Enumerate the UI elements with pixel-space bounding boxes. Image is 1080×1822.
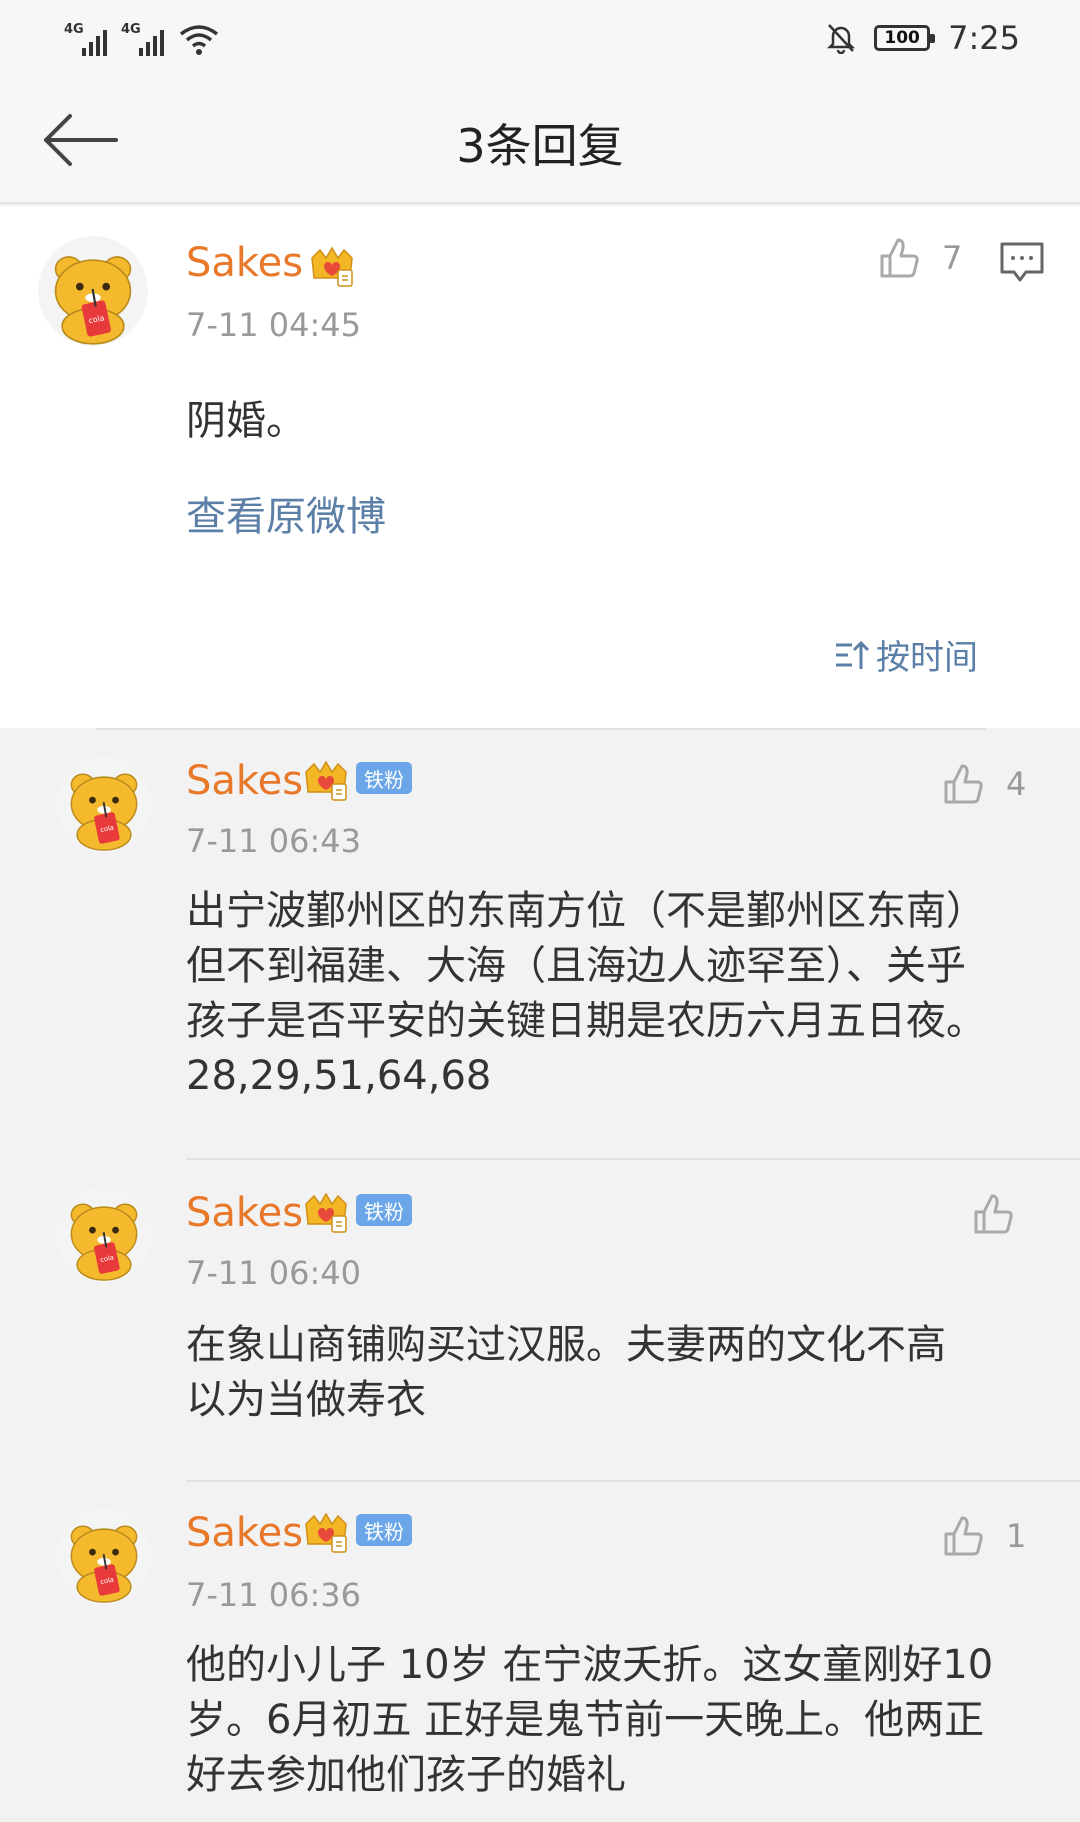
reply-text-line: 在象山商铺购买过汉服。夫妻两的文化不高	[186, 1322, 946, 1368]
wifi-icon	[179, 25, 219, 55]
signal-icon: 4G	[64, 22, 107, 56]
timestamp: 7-11 06:43	[186, 822, 362, 860]
network-type: 4G	[64, 22, 84, 37]
bear-avatar-icon	[56, 1186, 152, 1282]
avatar[interactable]	[56, 756, 152, 852]
username[interactable]: Sakes	[186, 240, 303, 286]
signal-icon: 4G	[121, 22, 164, 56]
bear-avatar-icon	[56, 1508, 152, 1604]
reply-text-line: 好去参加他们孩子的婚礼	[186, 1752, 626, 1798]
iron-fan-badge: 铁粉	[356, 762, 412, 794]
clock: 7:25	[948, 19, 1020, 57]
battery-icon: 100	[874, 25, 936, 51]
like-button[interactable]	[972, 1192, 1036, 1236]
view-original-link[interactable]: 查看原微博	[186, 484, 386, 542]
avatar[interactable]	[56, 1186, 152, 1282]
timestamp: 7-11 06:40	[186, 1254, 362, 1292]
iron-fan-badge: 铁粉	[356, 1514, 412, 1546]
reply-text-line: 他的小儿子 10岁 在宁波夭折。这女童刚好10	[186, 1642, 994, 1688]
reply-text: 出宁波鄞州区的东南方位（不是鄞州区东南） 但不到福建、大海（且海边人迹罕至）、关…	[186, 884, 986, 1104]
reply-text: 他的小儿子 10岁 在宁波夭折。这女童刚好10 岁。6月初五 正好是鬼节前一天晚…	[186, 1638, 993, 1803]
username[interactable]: Sakes	[186, 1510, 303, 1556]
battery-level: 100	[884, 28, 920, 48]
avatar[interactable]	[56, 1508, 152, 1604]
like-count: 4	[1006, 765, 1027, 803]
like-count: 1	[1006, 1517, 1027, 1555]
thumbs-up-icon	[942, 1514, 986, 1558]
reply-text-line: 但不到福建、大海（且海边人迹罕至）、关乎	[186, 943, 966, 989]
avatar[interactable]	[38, 236, 148, 346]
reply-text-line: 28,29,51,64,68	[186, 1053, 492, 1099]
main-comment: Sakes 7-11 04:45 7 阴婚。 查看原微博 按时间	[0, 206, 1080, 728]
divider	[186, 1480, 1080, 1482]
nav-bar: 3条回复	[0, 80, 1080, 204]
timestamp: 7-11 04:45	[186, 306, 362, 344]
crown-vip-icon	[308, 244, 356, 288]
iron-fan-badge: 铁粉	[356, 1194, 412, 1226]
sort-by-time-button[interactable]: 按时间	[834, 630, 978, 679]
reply-text-line: 以为当做寿衣	[186, 1377, 426, 1423]
divider	[186, 1158, 1080, 1160]
reply-text: 在象山商铺购买过汉服。夫妻两的文化不高 以为当做寿衣	[186, 1318, 946, 1428]
thumbs-up-icon	[942, 762, 986, 806]
sort-icon	[836, 640, 870, 669]
bear-avatar-icon	[56, 756, 152, 852]
crown-vip-icon	[302, 758, 350, 802]
timestamp: 7-11 06:36	[186, 1576, 362, 1614]
reply-text-line: 岁。6月初五 正好是鬼节前一天晚上。他两正	[186, 1697, 985, 1743]
username[interactable]: Sakes	[186, 758, 303, 804]
username[interactable]: Sakes	[186, 1190, 303, 1236]
bear-avatar-icon	[38, 236, 148, 346]
divider	[96, 728, 986, 730]
status-bar: 4G 4G 100 7:25	[0, 0, 1080, 80]
thumbs-up-icon	[878, 236, 922, 280]
sort-label: 按时间	[876, 638, 978, 678]
network-type: 4G	[121, 22, 141, 37]
like-button[interactable]: 4	[942, 762, 1026, 806]
page-title: 3条回复	[456, 119, 624, 173]
crown-vip-icon	[302, 1510, 350, 1554]
status-right: 100 7:25	[826, 14, 1020, 62]
thumbs-up-icon	[972, 1192, 1016, 1236]
crown-vip-icon	[302, 1190, 350, 1234]
mute-bell-icon	[827, 24, 856, 54]
comment-text: 阴婚。	[186, 398, 306, 444]
like-button[interactable]: 7	[878, 236, 962, 280]
status-left: 4G 4G	[64, 16, 220, 56]
reply-text-line: 孩子是否平安的关键日期是农历六月五日夜。	[186, 998, 986, 1044]
like-button[interactable]: 1	[942, 1514, 1026, 1558]
comment-icon[interactable]	[998, 240, 1046, 284]
like-count: 7	[942, 239, 963, 277]
reply-text-line: 出宁波鄞州区的东南方位（不是鄞州区东南）	[186, 888, 986, 934]
